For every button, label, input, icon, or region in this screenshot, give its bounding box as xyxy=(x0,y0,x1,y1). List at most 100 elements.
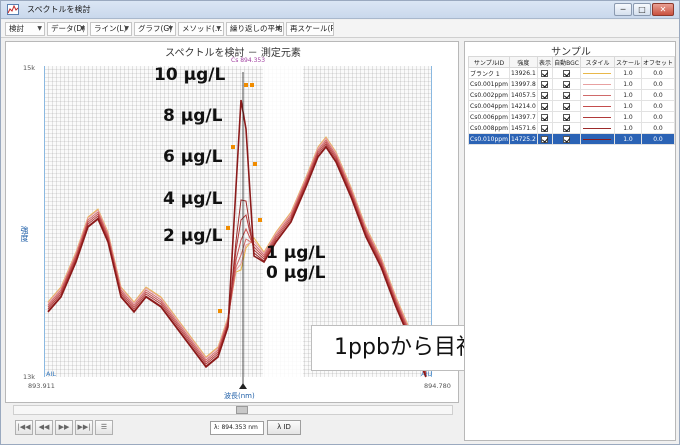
concentration-marker xyxy=(231,145,235,149)
display-checkbox[interactable] xyxy=(536,67,554,79)
offset-cell[interactable]: 0.0 xyxy=(640,100,676,112)
scrollbar-thumb[interactable] xyxy=(236,406,248,414)
checkbox-icon[interactable] xyxy=(563,135,571,143)
cursor-handle-icon[interactable] xyxy=(239,383,247,389)
style-cell[interactable] xyxy=(579,111,615,123)
auto-bgc-checkbox[interactable] xyxy=(552,111,581,123)
checkbox-icon[interactable] xyxy=(563,113,571,121)
checkbox-icon[interactable] xyxy=(563,102,571,110)
horizontal-scrollbar[interactable] xyxy=(13,405,453,415)
maximize-button[interactable]: □ xyxy=(633,3,651,16)
review-dropdown[interactable]: 検討 ▼ xyxy=(5,22,45,36)
sample-id-cell: Cs0.010ppm xyxy=(468,133,510,145)
scale-cell[interactable]: 1.0 xyxy=(613,100,642,112)
table-row[interactable]: Cs0.004ppm 14214.0 1.0 0.0 xyxy=(468,100,676,112)
table-row[interactable]: Cs0.008ppm 14571.6 1.0 0.0 xyxy=(468,122,676,134)
col-auto-bgc[interactable]: 自動BGC xyxy=(552,56,581,68)
col-display[interactable]: 表示 xyxy=(536,56,554,68)
table-row[interactable]: Cs0.006ppm 14397.7 1.0 0.0 xyxy=(468,111,676,123)
chevron-down-icon: ▼ xyxy=(168,25,173,32)
table-row[interactable]: ブランク 1 13926.1 1.0 0.0 xyxy=(468,67,676,79)
intensity-cell: 13997.8 xyxy=(508,78,538,90)
method-menu[interactable]: メソッド(... ▼ xyxy=(178,22,224,36)
auto-bgc-checkbox[interactable] xyxy=(552,78,581,90)
offset-cell[interactable]: 0.0 xyxy=(640,89,676,101)
checkbox-icon[interactable] xyxy=(563,91,571,99)
graph-menu[interactable]: グラフ(G) ▼ xyxy=(134,22,176,36)
checkbox-icon[interactable] xyxy=(541,69,549,77)
line-style-swatch xyxy=(583,127,612,129)
scale-cell[interactable]: 1.0 xyxy=(613,133,642,145)
checkbox-icon[interactable] xyxy=(563,80,571,88)
style-cell[interactable] xyxy=(579,133,615,145)
sample-table-header: サンプルID 強度 表示 自動BGC スタイル スケール オフセット xyxy=(468,56,676,68)
chevron-down-icon: ▼ xyxy=(124,25,129,32)
checkbox-icon[interactable] xyxy=(541,91,549,99)
display-checkbox[interactable] xyxy=(536,111,554,123)
display-checkbox[interactable] xyxy=(536,89,554,101)
next-button[interactable]: ▶▶ xyxy=(55,420,73,435)
checkbox-icon[interactable] xyxy=(541,80,549,88)
repeat-average-dropdown[interactable]: 繰り返しの平均 ▼ xyxy=(226,22,284,36)
table-row[interactable]: Cs0.010ppm 14725.2 1.0 0.0 xyxy=(468,133,676,145)
auto-bgc-checkbox[interactable] xyxy=(552,133,581,145)
display-checkbox[interactable] xyxy=(536,78,554,90)
label-10ugl: 10 μg/L xyxy=(154,65,226,85)
offset-cell[interactable]: 0.0 xyxy=(640,122,676,134)
auto-bgc-checkbox[interactable] xyxy=(552,100,581,112)
checkbox-icon[interactable] xyxy=(563,69,571,77)
style-cell[interactable] xyxy=(579,122,615,134)
offset-cell[interactable]: 0.0 xyxy=(640,133,676,145)
table-row[interactable]: Cs0.001ppm 13997.8 1.0 0.0 xyxy=(468,78,676,90)
col-offset[interactable]: オフセット xyxy=(640,56,676,68)
last-button[interactable]: ▶▶| xyxy=(75,420,93,435)
minimize-button[interactable]: ─ xyxy=(614,3,632,16)
col-scale[interactable]: スケール xyxy=(613,56,642,68)
app-window: スペクトルを検討 ─ □ ✕ 検討 ▼ データ(D) ▼ ライン(L) ▼ グラフ(G… xyxy=(0,0,680,445)
data-menu[interactable]: データ(D) ▼ xyxy=(47,22,88,36)
auto-bgc-checkbox[interactable] xyxy=(552,122,581,134)
previous-button[interactable]: ◀◀ xyxy=(35,420,53,435)
offset-cell[interactable]: 0.0 xyxy=(640,67,676,79)
intensity-cell: 14214.0 xyxy=(508,100,538,112)
wavelength-field[interactable]: λ: 894.353 nm xyxy=(210,421,264,435)
auto-bgc-checkbox[interactable] xyxy=(552,67,581,79)
sample-id-cell: Cs0.008ppm xyxy=(468,122,510,134)
col-style[interactable]: スタイル xyxy=(579,56,615,68)
intensity-cell: 14725.2 xyxy=(508,133,538,145)
display-checkbox[interactable] xyxy=(536,100,554,112)
style-cell[interactable] xyxy=(579,78,615,90)
scale-cell[interactable]: 1.0 xyxy=(613,78,642,90)
table-row[interactable]: Cs0.002ppm 14057.5 1.0 0.0 xyxy=(468,89,676,101)
scale-cell[interactable]: 1.0 xyxy=(613,122,642,134)
rescale-button[interactable]: 再スケール(R) xyxy=(286,22,334,36)
checkbox-icon[interactable] xyxy=(563,124,571,132)
line-menu-label: ライン(L) xyxy=(94,24,127,33)
checkbox-icon[interactable] xyxy=(541,102,549,110)
lambda-id-button[interactable]: λ ID xyxy=(267,420,301,435)
style-cell[interactable] xyxy=(579,100,615,112)
checkbox-icon[interactable] xyxy=(541,135,549,143)
label-1ugl: 1 μg/L xyxy=(266,243,326,263)
display-checkbox[interactable] xyxy=(536,122,554,134)
style-cell[interactable] xyxy=(579,89,615,101)
col-intensity[interactable]: 強度 xyxy=(508,56,538,68)
list-icon-button[interactable]: ☰ xyxy=(95,420,113,435)
auto-bgc-checkbox[interactable] xyxy=(552,89,581,101)
display-checkbox[interactable] xyxy=(536,133,554,145)
close-button[interactable]: ✕ xyxy=(652,3,674,16)
sample-id-cell: Cs0.002ppm xyxy=(468,89,510,101)
scale-cell[interactable]: 1.0 xyxy=(613,89,642,101)
first-button[interactable]: |◀◀ xyxy=(15,420,33,435)
offset-cell[interactable]: 0.0 xyxy=(640,111,676,123)
scale-cell[interactable]: 1.0 xyxy=(613,111,642,123)
line-menu[interactable]: ライン(L) ▼ xyxy=(90,22,132,36)
checkbox-icon[interactable] xyxy=(541,113,549,121)
offset-cell[interactable]: 0.0 xyxy=(640,78,676,90)
style-cell[interactable] xyxy=(579,67,615,79)
chevron-down-icon: ▼ xyxy=(276,25,281,32)
col-sample-id[interactable]: サンプルID xyxy=(468,56,510,68)
scale-cell[interactable]: 1.0 xyxy=(613,67,642,79)
sample-table: サンプルID 強度 表示 自動BGC スタイル スケール オフセット ブランク … xyxy=(468,56,676,145)
checkbox-icon[interactable] xyxy=(541,124,549,132)
